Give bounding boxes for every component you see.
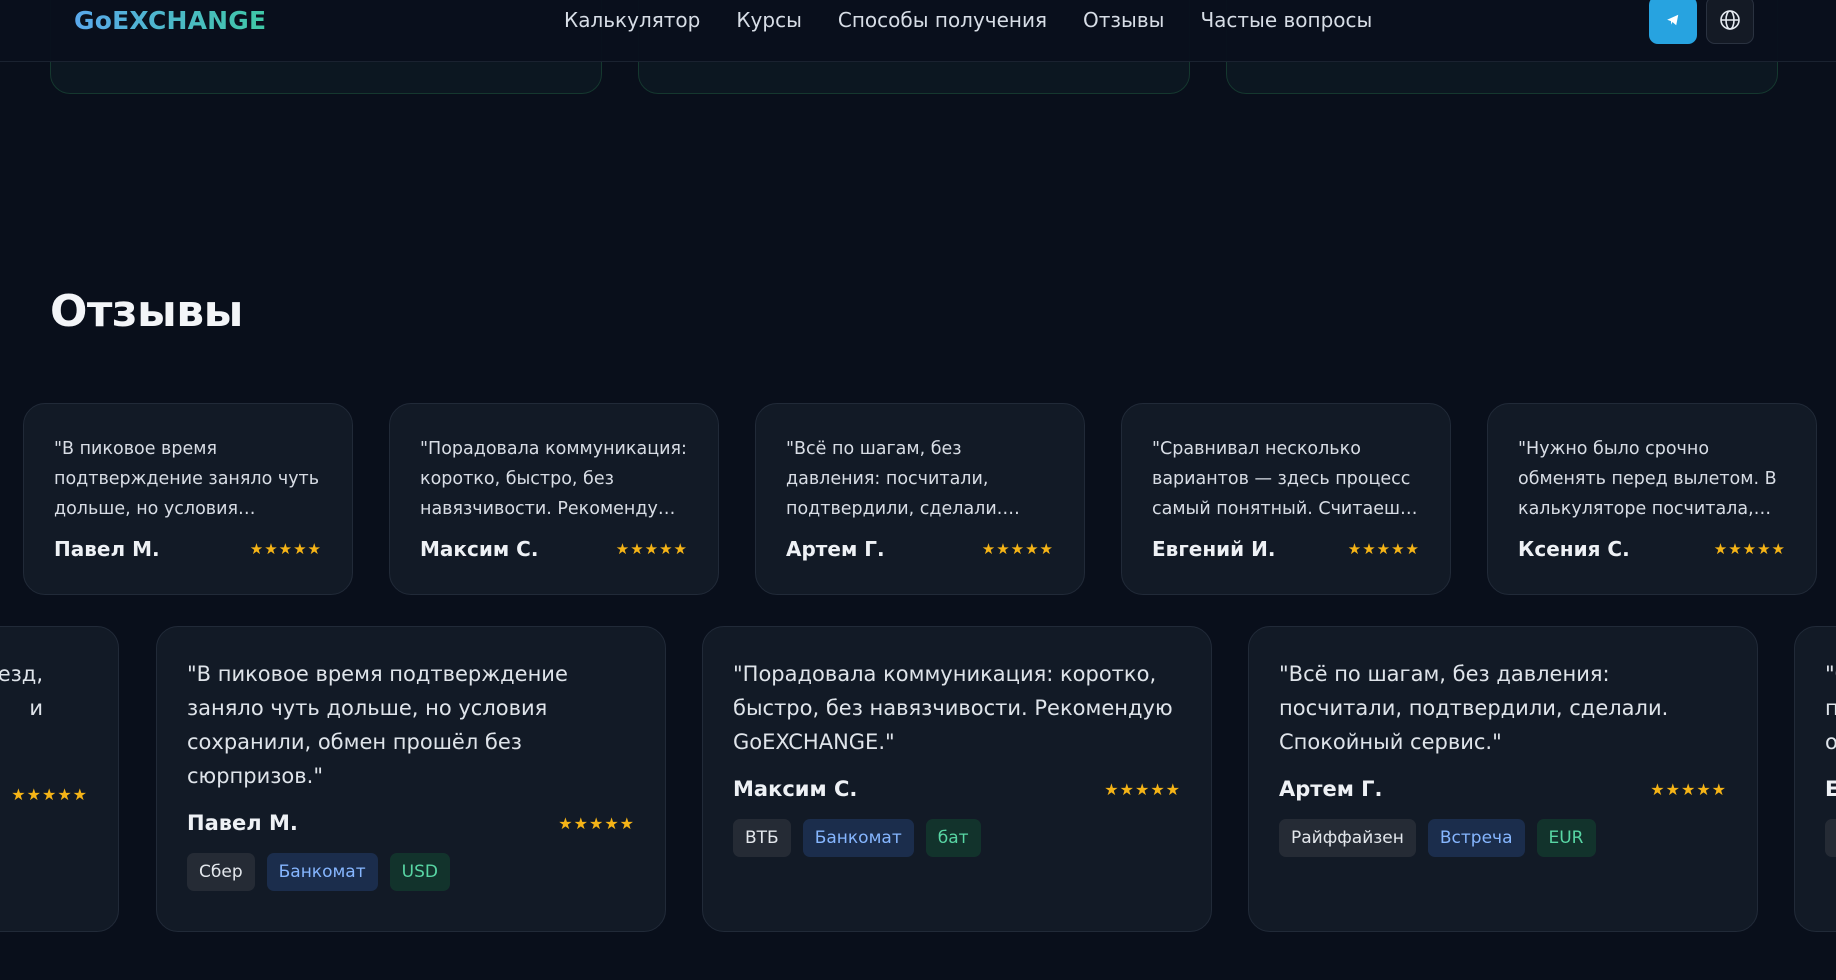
- nav-delivery-methods[interactable]: Способы получения: [838, 8, 1047, 32]
- review-card: "В пиковое время подтверждение заняло чу…: [156, 626, 666, 932]
- reviewer-name: Павел М.: [54, 537, 160, 561]
- rating-stars: ★★★★★: [1650, 779, 1727, 799]
- currency-tag: бат: [925, 819, 981, 857]
- rating-stars: ★★★★★: [1104, 779, 1181, 799]
- review-card-partial: езд, и ★★★★★: [0, 626, 119, 932]
- rating-stars: ★★★★★: [1713, 540, 1786, 558]
- review-text: езд,: [0, 662, 43, 686]
- telegram-icon: [1667, 14, 1679, 26]
- reviewer-name: Артем Г.: [1279, 777, 1383, 801]
- review-card: "В пиковое время подтверждение заняло чу…: [23, 403, 353, 595]
- rating-stars: ★★★★★: [249, 540, 322, 558]
- logo[interactable]: GoEXCHANGE: [74, 6, 266, 35]
- currency-tag: EUR: [1536, 819, 1596, 857]
- page: GoEXCHANGE Калькулятор Курсы Способы пол…: [0, 0, 1836, 980]
- method-tag: Банкомат: [266, 853, 378, 891]
- rating-stars: ★★★★★: [558, 813, 635, 833]
- nav-rates[interactable]: Курсы: [736, 8, 802, 32]
- language-button[interactable]: [1706, 0, 1754, 44]
- review-text: "Нужно было срочно обменять перед вылето…: [1518, 439, 1777, 519]
- review-card-partial: "С п о Е: [1794, 626, 1836, 932]
- review-text: о: [1825, 730, 1836, 754]
- reviewer-name: Максим С.: [420, 537, 539, 561]
- review-text: п: [1825, 696, 1836, 720]
- reviewer-name: Павел М.: [187, 811, 298, 835]
- bank-tag: [1825, 819, 1836, 857]
- review-card: "Порадовала коммуникация: коротко, быстр…: [702, 626, 1212, 932]
- reviewer-name: Е: [1825, 777, 1836, 801]
- review-text: "Всё по шагам, без давления: посчитали, …: [786, 439, 1003, 519]
- review-text: "С: [1825, 662, 1836, 686]
- rating-stars: ★★★★★: [981, 540, 1054, 558]
- reviews-title: Отзывы: [50, 286, 243, 337]
- globe-icon: [1720, 10, 1740, 30]
- review-text: "Сравнивал несколько вариантов — здесь п…: [1152, 439, 1416, 519]
- nav-reviews[interactable]: Отзывы: [1083, 8, 1164, 32]
- telegram-button[interactable]: [1649, 0, 1697, 44]
- bank-tag: Райффайзен: [1279, 819, 1416, 857]
- review-card: "Сравнивал несколько вариантов — здесь п…: [1121, 403, 1451, 595]
- method-tag: Встреча: [1427, 819, 1525, 857]
- review-card: "Всё по шагам, без давления: посчитали, …: [755, 403, 1085, 595]
- review-text: "Порадовала коммуникация: коротко, быстр…: [420, 439, 687, 519]
- currency-tag: USD: [389, 853, 450, 891]
- nav-calculator[interactable]: Калькулятор: [564, 8, 700, 32]
- reviewer-name: Ксения С.: [1518, 537, 1630, 561]
- review-card: "Всё по шагам, без давления: посчитали, …: [1248, 626, 1758, 932]
- review-card: "Порадовала коммуникация: коротко, быстр…: [389, 403, 719, 595]
- review-text: "Всё по шагам, без давления: посчитали, …: [1279, 662, 1669, 754]
- review-text: "В пиковое время подтверждение заняло чу…: [54, 439, 320, 519]
- bank-tag: ВТБ: [733, 819, 791, 857]
- method-tag: Банкомат: [802, 819, 914, 857]
- review-text: и: [29, 696, 43, 720]
- rating-stars: ★★★★★: [1347, 540, 1420, 558]
- rating-stars: ★★★★★: [615, 540, 688, 558]
- bank-tag: Сбер: [187, 853, 255, 891]
- site-header: GoEXCHANGE Калькулятор Курсы Способы пол…: [0, 0, 1836, 62]
- main-nav: Калькулятор Курсы Способы получения Отзы…: [564, 8, 1372, 32]
- reviewer-name: Евгений И.: [1152, 537, 1276, 561]
- reviewer-name: Артем Г.: [786, 537, 885, 561]
- review-text: "В пиковое время подтверждение заняло чу…: [187, 662, 568, 788]
- review-text: "Порадовала коммуникация: коротко, быстр…: [733, 662, 1173, 754]
- rating-stars: ★★★★★: [11, 785, 88, 804]
- reviewer-name: Максим С.: [733, 777, 858, 801]
- nav-faq[interactable]: Частые вопросы: [1200, 8, 1372, 32]
- review-card: "Нужно было срочно обменять перед вылето…: [1487, 403, 1817, 595]
